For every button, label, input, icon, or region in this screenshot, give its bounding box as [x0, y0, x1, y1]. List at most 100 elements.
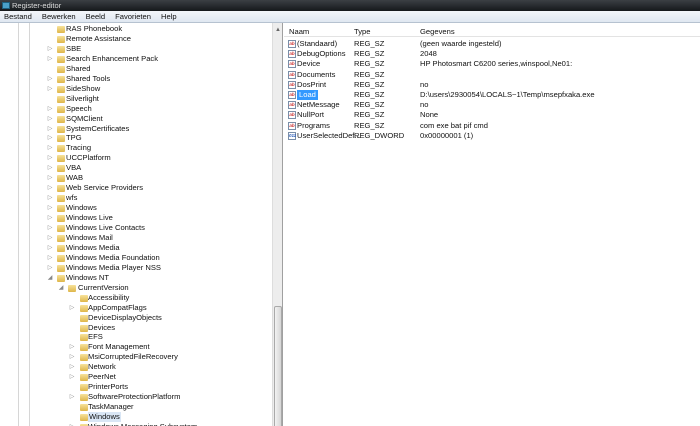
tree-item[interactable]: ◢ Windows NT — [0, 273, 270, 283]
tree-item[interactable]: ◢ CurrentVersion — [0, 283, 270, 293]
expand-arrow-icon[interactable]: ▷ — [47, 263, 53, 273]
tree-item[interactable]: ▷ SBE — [0, 44, 270, 54]
expand-arrow-icon[interactable]: ▷ — [47, 133, 53, 143]
tree-item[interactable]: Windows — [0, 412, 270, 423]
expand-arrow-icon[interactable]: ▷ — [69, 392, 75, 402]
expand-arrow-icon[interactable]: ▷ — [47, 243, 53, 253]
tree-item-label: Windows Media — [66, 242, 120, 252]
tree-item[interactable]: ▷ VBA — [0, 163, 270, 173]
tree-item[interactable]: ▷ Shared Tools — [0, 74, 270, 84]
tree-item[interactable]: TaskManager — [0, 402, 270, 412]
expand-arrow-icon[interactable]: ▷ — [47, 153, 53, 163]
tree-item[interactable]: Devices — [0, 323, 270, 333]
column-header-type[interactable]: Type — [354, 26, 370, 37]
tree-item[interactable]: ▷ Speech — [0, 104, 270, 114]
tree-item[interactable]: ▷ Windows Media Player NSS — [0, 263, 270, 273]
expand-arrow-icon[interactable]: ▷ — [47, 124, 53, 134]
tree-item[interactable]: DeviceDisplayObjects — [0, 313, 270, 323]
tree-item[interactable]: ▷ SystemCertificates — [0, 124, 270, 134]
menu-bestand[interactable]: Bestand — [4, 11, 32, 22]
expand-arrow-icon[interactable]: ▷ — [47, 84, 53, 94]
column-header-data[interactable]: Gegevens — [420, 26, 455, 37]
tree-item[interactable]: ▷ SQMClient — [0, 114, 270, 124]
value-row[interactable]: ab NetMessage REG_SZ no — [284, 100, 700, 110]
tree-item[interactable]: ▷ Windows — [0, 203, 270, 213]
tree-scrollbar[interactable]: ▲ — [272, 23, 282, 426]
value-row[interactable]: ab Load REG_SZ D:\users\2930054\LOCALS~1… — [284, 90, 700, 100]
tree-item[interactable]: ▷ WAB — [0, 173, 270, 183]
expand-arrow-icon[interactable]: ▷ — [47, 183, 53, 193]
expand-arrow-icon[interactable]: ▷ — [47, 114, 53, 124]
expand-arrow-icon[interactable]: ▷ — [47, 193, 53, 203]
value-row[interactable]: ab Documents REG_SZ — [284, 70, 700, 80]
tree-item[interactable]: ▷ PeerNet — [0, 372, 270, 382]
tree-item[interactable]: ▷ Font Management — [0, 342, 270, 352]
expand-arrow-icon[interactable]: ▷ — [47, 213, 53, 223]
tree-item[interactable]: ▷ Windows Media Foundation — [0, 253, 270, 263]
expand-arrow-icon[interactable]: ▷ — [47, 74, 53, 84]
tree-item[interactable]: ▷ Network — [0, 362, 270, 372]
menu-bewerken[interactable]: Bewerken — [42, 11, 76, 22]
tree-item[interactable]: ▷ AppCompatFlags — [0, 303, 270, 313]
tree-item-label: PrinterPorts — [88, 382, 129, 392]
column-header-name[interactable]: Naam — [289, 26, 309, 37]
tree-item-label: SQMClient — [66, 113, 103, 123]
expand-arrow-icon[interactable]: ▷ — [69, 303, 75, 313]
tree-item[interactable]: ▷ Windows Live — [0, 213, 270, 223]
expand-arrow-icon[interactable]: ▷ — [69, 362, 75, 372]
value-row[interactable]: ab DosPrint REG_SZ no — [284, 80, 700, 90]
value-row[interactable]: ab Device REG_SZ HP Photosmart C6200 ser… — [284, 59, 700, 69]
expand-arrow-icon[interactable]: ▷ — [47, 233, 53, 243]
expand-arrow-icon[interactable]: ▷ — [47, 163, 53, 173]
tree-item[interactable]: ▷ TPG — [0, 133, 270, 143]
folder-icon — [57, 195, 65, 203]
expand-arrow-icon[interactable]: ▷ — [47, 223, 53, 233]
expand-arrow-icon[interactable]: ▷ — [69, 422, 75, 426]
tree-item[interactable]: ▷ Search Enhancement Pack — [0, 54, 270, 64]
expand-arrow-icon[interactable]: ▷ — [47, 44, 53, 54]
tree-item[interactable]: ▷ Tracing — [0, 143, 270, 153]
tree-item-label: RAS Phonebook — [66, 24, 123, 33]
expand-arrow-icon[interactable]: ▷ — [47, 143, 53, 153]
scrollbar-thumb[interactable] — [274, 306, 282, 426]
tree-item[interactable]: ▷ Windows Messaging Subsystem — [0, 422, 270, 426]
tree-item[interactable]: ▷ wfs — [0, 193, 270, 203]
expand-arrow-icon[interactable]: ▷ — [47, 104, 53, 114]
folder-icon — [80, 414, 88, 422]
menu-help[interactable]: Help — [161, 11, 177, 22]
tree-item[interactable]: ▷ SoftwareProtectionPlatform — [0, 392, 270, 402]
expand-arrow-icon[interactable]: ▷ — [47, 54, 53, 64]
tree-item[interactable]: RAS Phonebook — [0, 24, 270, 34]
expand-arrow-icon[interactable]: ▷ — [69, 352, 75, 362]
collapse-arrow-icon[interactable]: ◢ — [58, 283, 64, 293]
tree-item[interactable]: ▷ Windows Live Contacts — [0, 223, 270, 233]
menu-bar: Bestand Bewerken Beeld Favorieten Help — [0, 11, 700, 23]
tree-item[interactable]: Remote Assistance — [0, 34, 270, 44]
tree-item[interactable]: ▷ Windows Media — [0, 243, 270, 253]
menu-favorieten[interactable]: Favorieten — [115, 11, 151, 22]
expand-arrow-icon[interactable]: ▷ — [47, 173, 53, 183]
value-row[interactable]: ab (Standaard) REG_SZ (geen waarde inges… — [284, 39, 700, 49]
value-row[interactable]: ab Programs REG_SZ com exe bat pif cmd — [284, 121, 700, 131]
tree-item[interactable]: ▷ MsiCorruptedFileRecovery — [0, 352, 270, 362]
tree-item[interactable]: ▷ Windows Mail — [0, 233, 270, 243]
expand-arrow-icon[interactable]: ▷ — [47, 253, 53, 263]
tree-item[interactable]: ▷ UCCPlatform — [0, 153, 270, 163]
expand-arrow-icon[interactable]: ▷ — [69, 342, 75, 352]
tree-item[interactable]: Silverlight — [0, 94, 270, 104]
value-row[interactable]: 011 UserSelectedDef... REG_DWORD 0x00000… — [284, 131, 700, 141]
tree-item[interactable]: PrinterPorts — [0, 382, 270, 392]
scroll-up-arrow-icon[interactable]: ▲ — [275, 27, 281, 33]
value-row[interactable]: ab DebugOptions REG_SZ 2048 — [284, 49, 700, 59]
tree-item[interactable]: ▷ SideShow — [0, 84, 270, 94]
expand-arrow-icon[interactable]: ▷ — [69, 372, 75, 382]
tree-item[interactable]: EFS — [0, 332, 270, 342]
menu-beeld[interactable]: Beeld — [86, 11, 105, 22]
collapse-arrow-icon[interactable]: ◢ — [47, 273, 53, 283]
tree-item[interactable]: Accessibility — [0, 293, 270, 303]
value-row[interactable]: ab NullPort REG_SZ None — [284, 110, 700, 120]
tree-item[interactable]: ▷ Web Service Providers — [0, 183, 270, 193]
expand-arrow-icon[interactable]: ▷ — [47, 203, 53, 213]
folder-icon — [80, 324, 88, 332]
tree-item[interactable]: Shared — [0, 64, 270, 74]
